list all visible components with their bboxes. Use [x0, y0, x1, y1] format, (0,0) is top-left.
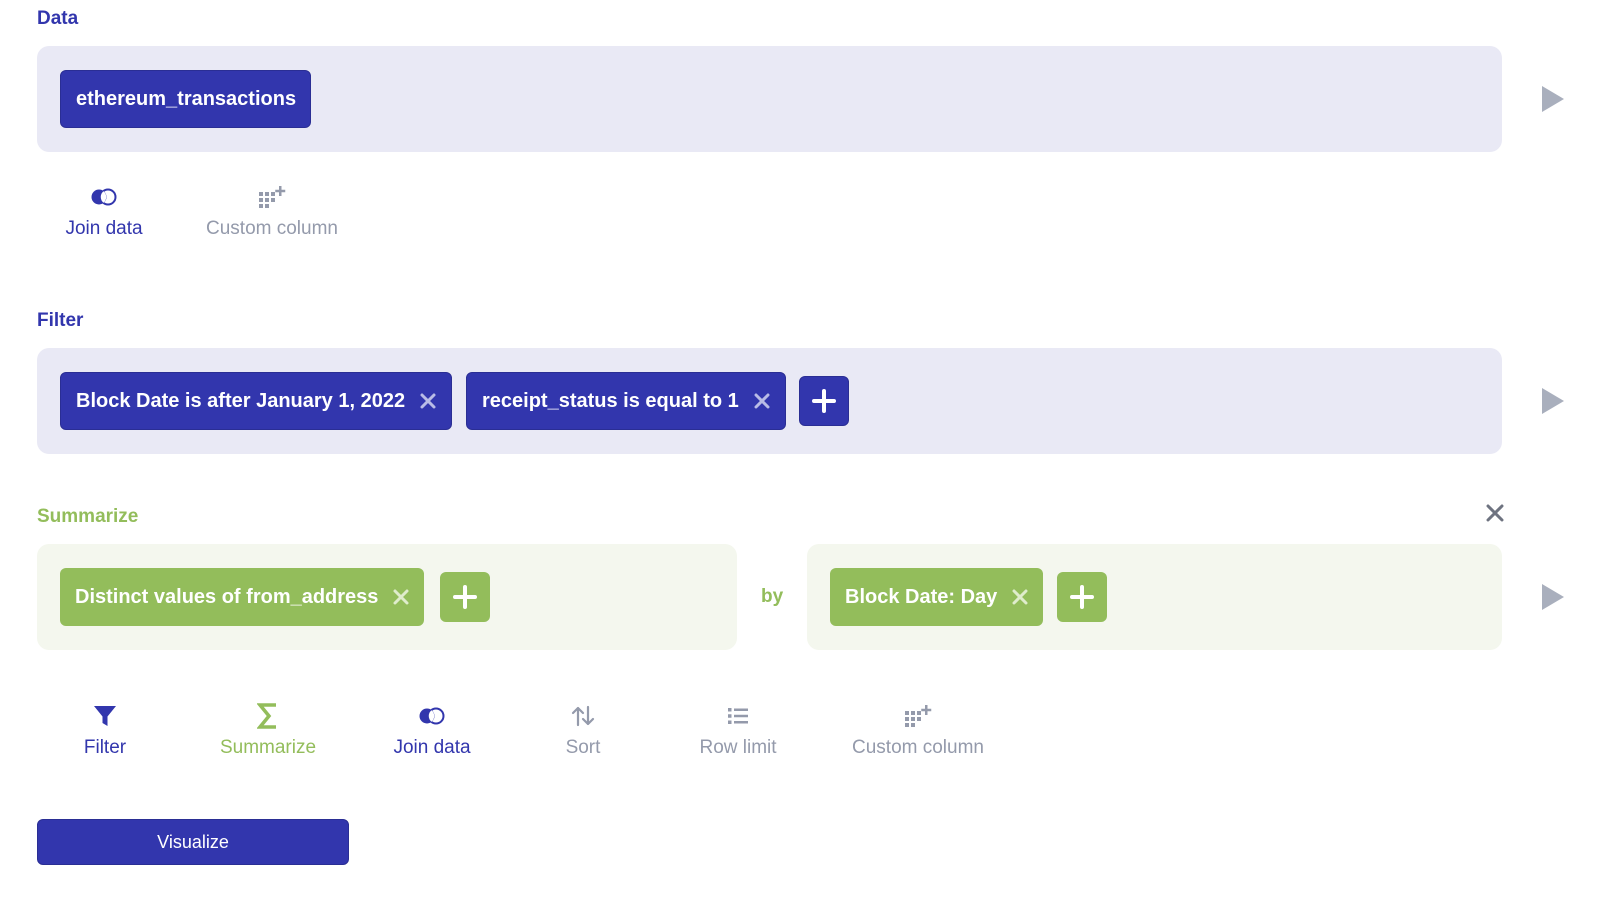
action-row-limit[interactable]: Row limit: [693, 702, 783, 759]
remove-filter-icon[interactable]: [419, 392, 437, 410]
metric-chip[interactable]: Distinct values of from_address: [60, 568, 425, 626]
sort-action-label: Sort: [565, 737, 601, 758]
breakout-chip-label: Block Date: Day: [845, 585, 998, 608]
remove-breakout-icon[interactable]: [1011, 588, 1029, 606]
run-step-icon[interactable]: [1537, 582, 1567, 612]
summarize-section-title: Summarize: [37, 506, 139, 527]
run-step-icon[interactable]: [1537, 84, 1567, 114]
remove-summarize-icon[interactable]: [1485, 503, 1505, 523]
filter-chip[interactable]: Block Date is after January 1, 2022: [60, 372, 453, 430]
sort-icon: [570, 702, 596, 730]
remove-filter-icon[interactable]: [753, 392, 771, 410]
action-custom-column[interactable]: Custom column: [848, 702, 988, 759]
run-step-icon[interactable]: [1537, 386, 1567, 416]
visualize-button[interactable]: Visualize: [37, 819, 349, 865]
data-section-title: Data: [37, 8, 79, 29]
filter-chip[interactable]: receipt_status is equal to 1: [466, 372, 786, 430]
breakout-chip[interactable]: Block Date: Day: [830, 568, 1044, 626]
summarize-action-label: Summarize: [219, 737, 317, 758]
join-icon: [90, 183, 118, 211]
filter-icon: [93, 702, 117, 730]
filter-action-label: Filter: [83, 737, 127, 758]
join-data-action-label: Join data: [393, 737, 471, 758]
custom-column-action-label: Custom column: [852, 737, 984, 758]
metric-chip-label: Distinct values of from_address: [75, 585, 379, 608]
data-panel: ethereum_transactions: [37, 46, 1502, 152]
data-action-join[interactable]: Join data: [62, 183, 146, 240]
action-summarize[interactable]: Summarize: [213, 702, 323, 759]
action-filter[interactable]: Filter: [70, 702, 140, 759]
filter-panel: Block Date is after January 1, 2022 rece…: [37, 348, 1502, 454]
add-breakout-button[interactable]: [1057, 572, 1107, 622]
action-sort[interactable]: Sort: [553, 702, 613, 759]
filter-section-title: Filter: [37, 310, 84, 331]
metrics-panel: Distinct values of from_address: [37, 544, 737, 650]
row-limit-action-label: Row limit: [699, 737, 777, 758]
plus-icon: [812, 389, 836, 413]
list-icon: [727, 702, 749, 730]
custom-column-icon: [258, 183, 286, 211]
join-icon: [418, 702, 446, 730]
custom-column-icon: [904, 702, 932, 730]
remove-metric-icon[interactable]: [392, 588, 410, 606]
action-join-data[interactable]: Join data: [387, 702, 477, 759]
data-action-custom-column[interactable]: Custom column: [202, 183, 342, 240]
filter-chip-label: Block Date is after January 1, 2022: [76, 389, 406, 412]
custom-column-label: Custom column: [206, 218, 338, 239]
add-filter-button[interactable]: [799, 376, 849, 426]
table-chip[interactable]: ethereum_transactions: [60, 70, 312, 128]
join-data-label: Join data: [65, 218, 143, 239]
plus-icon: [1070, 585, 1094, 609]
table-chip-label: ethereum_transactions: [76, 87, 297, 110]
by-label: by: [761, 586, 784, 607]
breakout-panel: Block Date: Day: [807, 544, 1502, 650]
filter-chip-label: receipt_status is equal to 1: [482, 389, 739, 412]
plus-icon: [453, 585, 477, 609]
add-metric-button[interactable]: [440, 572, 490, 622]
sigma-icon: [257, 702, 279, 730]
